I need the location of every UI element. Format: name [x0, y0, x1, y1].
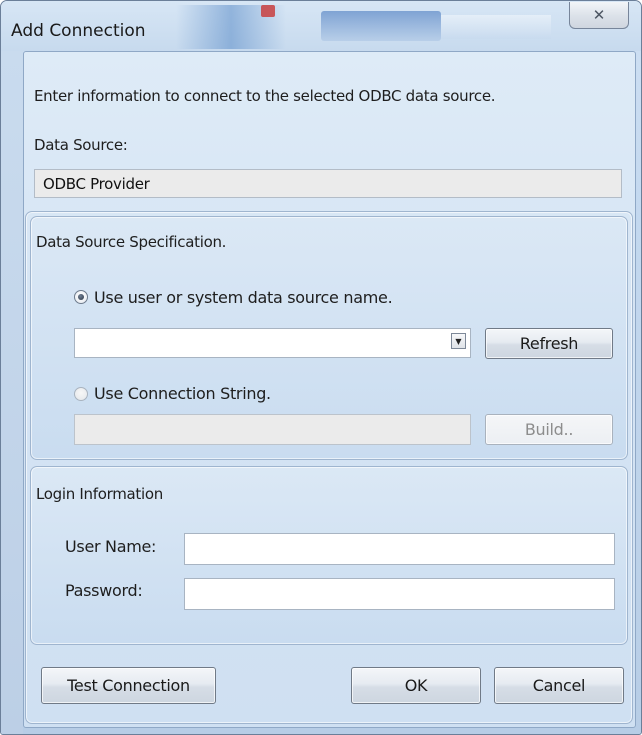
login-group-label: Login Information: [36, 485, 163, 503]
chevron-down-icon[interactable]: ▼: [451, 333, 466, 349]
close-button[interactable]: ✕: [569, 2, 629, 29]
intro-text: Enter information to connect to the sele…: [34, 87, 496, 105]
titlebar-background-decoration: [441, 15, 551, 39]
dialog-content: Enter information to connect to the sele…: [23, 51, 636, 728]
cancel-button[interactable]: Cancel: [494, 667, 624, 704]
connection-string-input[interactable]: [74, 414, 471, 445]
username-input[interactable]: [184, 533, 615, 565]
titlebar-background-decoration: [321, 11, 441, 41]
dsn-radio-label[interactable]: Use user or system data source name.: [94, 288, 393, 307]
spec-group-label: Data Source Specification.: [36, 233, 227, 251]
test-connection-button[interactable]: Test Connection: [41, 667, 216, 704]
add-connection-dialog: Add Connection ✕ Enter information to co…: [0, 0, 642, 735]
close-icon: ✕: [592, 6, 606, 24]
connection-string-radio[interactable]: [74, 387, 88, 401]
dsn-radio[interactable]: [74, 290, 88, 304]
refresh-button[interactable]: Refresh: [485, 328, 613, 359]
data-source-field: ODBC Provider: [34, 169, 622, 198]
dsn-dropdown[interactable]: ▼: [74, 328, 471, 358]
login-information-group: Login Information User Name: Password:: [30, 466, 628, 645]
username-label: User Name:: [65, 537, 157, 556]
ok-button[interactable]: OK: [351, 667, 481, 704]
data-source-specification-group: Data Source Specification. Use user or s…: [30, 216, 628, 460]
build-button[interactable]: Build..: [485, 414, 613, 445]
window-left-frame: [1, 51, 23, 734]
window-title: Add Connection: [11, 21, 146, 41]
password-label: Password:: [65, 581, 143, 600]
password-input[interactable]: [184, 578, 615, 610]
title-bar[interactable]: Add Connection ✕: [1, 1, 641, 51]
connection-string-radio-label[interactable]: Use Connection String.: [94, 384, 271, 403]
data-source-label: Data Source:: [34, 136, 128, 154]
data-source-value: ODBC Provider: [43, 174, 150, 193]
titlebar-background-decoration: [261, 5, 275, 17]
